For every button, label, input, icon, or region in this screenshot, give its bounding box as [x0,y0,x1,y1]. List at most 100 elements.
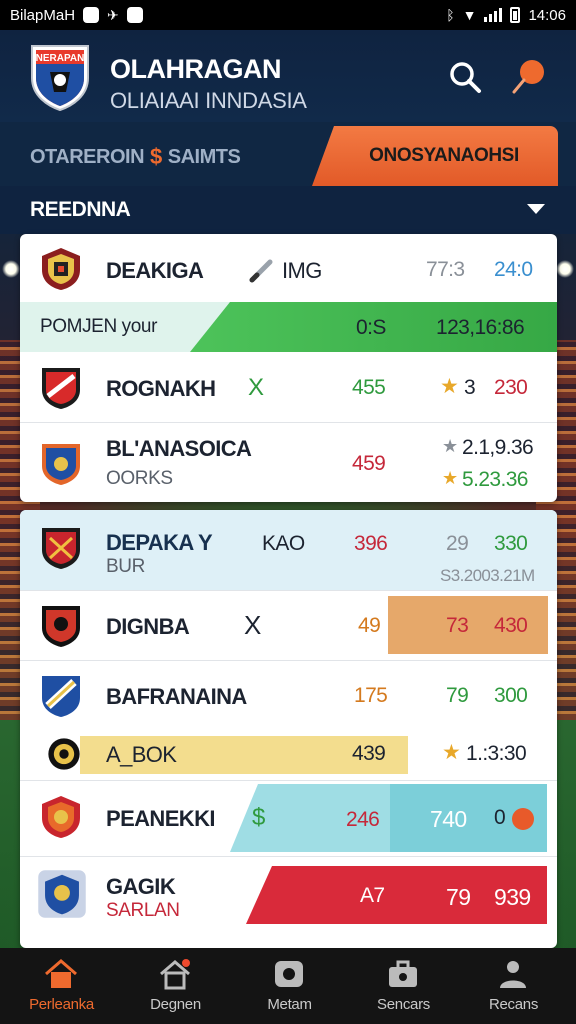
nav-label: Recans [488,996,539,1013]
team-name: DIGNBA [106,614,190,639]
nav-item-recans[interactable]: Recans [456,948,571,1024]
team-crest-icon [42,796,80,838]
nav-item-metam[interactable]: Metam [232,948,347,1024]
score-value: 230 [494,376,528,399]
tab-suffix: SAIMTS [167,145,241,168]
pen-icon [249,259,273,283]
dollar-icon: $ [150,144,162,169]
list-item[interactable]: BL'ANASOICA OORKS 459 ★ 2.1,9.36 ★ 5.23.… [20,422,557,502]
list-item[interactable]: PEANEKKI $ 246 740 0 [20,780,557,856]
floodlight [556,260,574,278]
team-name: ROGNAKH [106,376,216,401]
score-value: 3 [464,376,476,399]
floodlight [2,260,20,278]
score-value: 740 [430,806,467,832]
team-crest-icon [42,368,80,409]
score-value: 439 [352,742,386,765]
signal-icon [484,8,503,22]
score-value: 0 [494,806,506,829]
team-name: A_BOK [106,742,177,767]
app-title: OLAHRAGAN [110,54,282,84]
carrier-name: BilapMaH [10,6,76,24]
score-value: A7 [360,884,385,907]
tag-label: KAO [262,532,305,555]
team-crest-icon [42,528,80,569]
score-value: 49 [358,614,381,637]
battery-icon [510,7,521,23]
app-header: NERAPAN OLAHRAGAN OLIAIAAI INNDASIA [0,30,576,122]
bluetooth-icon: ᛒ [446,7,455,23]
club-logo-icon: NERAPAN [31,45,89,112]
score-value: 939 [494,884,531,910]
score-value: 330 [494,532,528,555]
score-value: 430 [494,614,528,637]
star-icon: ★ [442,468,458,488]
score-value: 455 [352,376,386,399]
team-crest-icon [42,676,80,717]
score-value: 79 [446,684,469,707]
tab-bar: OTAREROIN $ SAIMTS ONOSYANAOHSI [0,122,576,186]
list-item[interactable]: BAFRANAINA 175 79 300 [20,660,557,730]
svg-text:NERAPAN: NERAPAN [36,53,85,64]
team-subtitle: OORKS [106,468,173,489]
score-value: 73 [446,614,469,637]
tag-label: IMG [282,258,322,283]
team-crest-icon [38,870,86,918]
score-value: 175 [354,684,388,707]
match-card: DEAKIGA IMG 77:3 24:0 POMJEN your 0:S 12… [20,234,557,502]
list-item[interactable]: DIGNBA X 49 73 430 [20,590,557,660]
tab-label: OTAREROIN [30,145,145,168]
camera-icon [275,961,303,987]
score-value: 2.1,9.36 [462,436,534,459]
nav-label: Metam [267,996,312,1013]
nav-item-home[interactable]: Perleanka [4,948,119,1024]
image-icon [126,7,143,23]
search-icon[interactable] [448,60,482,94]
team-name: PEANEKKI [106,806,215,831]
score-value: 5.23.36 [462,468,528,491]
status-bar: BilapMaH ✈ ᛒ ▼ 14:06 [0,0,576,30]
house-notification-icon [160,959,190,990]
location-pin-icon[interactable] [510,58,546,96]
home-icon [45,959,77,988]
highlight-value: 123,16:86 [436,316,525,339]
briefcase-icon [389,960,417,987]
team-crest-icon [48,738,80,770]
person-icon [500,961,526,988]
nav-label: Degnen [150,996,201,1013]
section-header[interactable]: REEDNNA [0,186,576,234]
list-item[interactable]: DEAKIGA IMG 77:3 24:0 [20,234,557,302]
score-value: 1.:3:30 [466,742,527,765]
nav-label: Perleanka [29,996,94,1013]
close-icon[interactable]: X [244,610,261,641]
team-crest-icon [42,444,80,485]
highlight-value: 0:S [356,316,386,339]
star-icon: ★ [442,436,458,456]
nav-item-sencars[interactable]: Sencars [346,948,461,1024]
list-item[interactable]: DEPAKA Y BUR KAO 396 29 330 S3.2003.21M [20,510,557,590]
team-subtitle: SARLAN [106,900,180,921]
score-value: 300 [494,684,528,707]
team-name: DEAKIGA [106,258,204,283]
list-item[interactable]: ROGNAKH X 455 ★ 3 230 [20,352,557,422]
score-value: 77:3 [426,258,465,281]
nav-item-degnen[interactable]: Degnen [118,948,233,1024]
team-crest-icon [42,248,80,290]
team-name: BAFRANAINA [106,684,247,709]
list-item[interactable]: A_BOK 439 ★ 1.:3:30 [20,730,557,780]
notification-icon [83,7,100,23]
list-item[interactable]: GAGIK SARLAN A7 79 939 [20,856,557,948]
score-value: 79 [446,884,471,910]
score-value: 459 [352,452,386,475]
bottom-navigation: Perleanka Degnen Metam Sencars Recans [0,948,576,1024]
match-card: DEPAKA Y BUR KAO 396 29 330 S3.2003.21M … [20,510,557,948]
tab-standings[interactable]: OTAREROIN $ SAIMTS [30,144,241,170]
star-icon: ★ [442,741,461,764]
highlight-banner[interactable]: POMJEN your 0:S 123,16:86 [20,302,557,352]
check-x-icon: X [248,374,264,401]
wifi-icon: ▼ [462,7,477,23]
chevron-down-icon[interactable] [527,204,545,214]
score-value: 396 [354,532,388,555]
shuffle-icon: ✈ [107,6,119,23]
tab-active[interactable]: ONOSYANAOHSI [312,126,558,186]
